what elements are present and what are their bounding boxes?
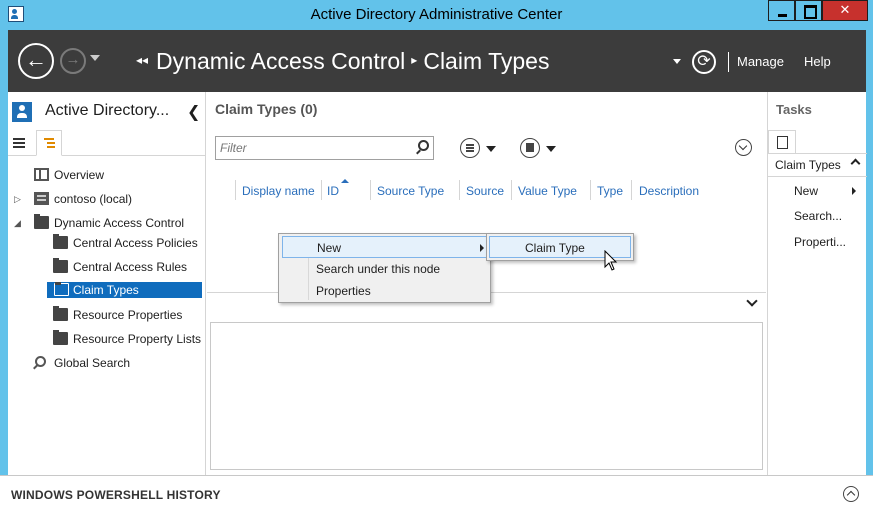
tasks-group-claim-types[interactable]: Claim Types <box>768 153 867 177</box>
view-switcher <box>8 130 205 156</box>
breadcrumb: ◂◂ Dynamic Access Control ▸ Claim Types <box>136 48 549 75</box>
column-separator[interactable] <box>321 180 322 200</box>
tree-item-resource-properties[interactable]: Resource Properties <box>53 306 182 323</box>
overview-icon <box>34 168 49 181</box>
tree-item-resource-property-lists[interactable]: Resource Property Lists <box>53 330 201 347</box>
tree-item-overview[interactable]: Overview <box>34 167 104 183</box>
folder-icon <box>53 306 68 321</box>
add-criteria-icon[interactable] <box>460 138 480 158</box>
header-bar: ◂◂ Dynamic Access Control ▸ Claim Types Man… <box>8 30 866 92</box>
submenu-arrow-icon <box>852 187 856 195</box>
filter-input[interactable] <box>220 138 410 158</box>
sort-ascending-icon <box>341 179 349 183</box>
minimize-button[interactable] <box>768 0 795 21</box>
save-query-icon[interactable] <box>520 138 540 158</box>
breadcrumb-root-chevron-icon[interactable]: ◂◂ <box>136 53 148 67</box>
search-icon <box>35 356 46 367</box>
column-separator[interactable] <box>590 180 591 200</box>
chevron-down-icon[interactable] <box>747 299 757 309</box>
context-menu-properties[interactable]: Properties <box>282 280 487 302</box>
column-separator[interactable] <box>235 180 236 200</box>
details-pane <box>210 322 763 470</box>
task-properties[interactable]: Properti... <box>794 235 846 249</box>
column-separator[interactable] <box>631 180 632 200</box>
task-search[interactable]: Search... <box>794 209 842 223</box>
tree-view-icon[interactable] <box>36 130 62 156</box>
context-menu-search-under-node[interactable]: Search under this node <box>282 258 487 280</box>
task-new[interactable]: New <box>794 184 818 198</box>
close-button[interactable] <box>822 0 868 21</box>
column-description[interactable]: Description <box>639 184 699 198</box>
back-arrow-icon[interactable] <box>18 43 54 79</box>
title-bar: Active Directory Administrative Center <box>0 0 873 30</box>
save-query-dropdown-icon[interactable] <box>546 146 556 152</box>
refresh-icon[interactable] <box>692 50 716 74</box>
navigation-title[interactable]: Active Directory... <box>45 102 169 120</box>
folder-icon <box>53 330 68 345</box>
help-menu[interactable]: Help <box>804 54 831 69</box>
search-icon[interactable] <box>418 140 429 151</box>
tree-item-contoso[interactable]: ▷ contoso (local) <box>14 191 132 207</box>
clipboard-icon[interactable] <box>768 130 796 154</box>
context-menu-new[interactable]: New <box>282 236 487 258</box>
folder-icon <box>53 258 68 273</box>
breadcrumb-dynamic-access-control[interactable]: Dynamic Access Control <box>156 48 405 74</box>
manage-menu[interactable]: Manage <box>737 54 784 69</box>
tasks-group-label: Claim Types <box>775 158 841 172</box>
history-dropdown-icon[interactable] <box>90 55 100 61</box>
folder-icon <box>53 234 68 249</box>
column-separator[interactable] <box>511 180 512 200</box>
server-icon <box>34 192 49 205</box>
expand-options-icon[interactable] <box>735 139 752 156</box>
add-criteria-dropdown-icon[interactable] <box>486 146 496 152</box>
context-menu: New Search under this node Properties <box>278 233 491 303</box>
filter-box[interactable] <box>215 136 434 160</box>
column-separator[interactable] <box>370 180 371 200</box>
maximize-button[interactable] <box>795 0 822 21</box>
column-display-name[interactable]: Display name <box>242 184 315 198</box>
folder-icon <box>54 282 69 296</box>
chevron-up-icon[interactable] <box>850 158 861 169</box>
column-source-type[interactable]: Source Type <box>377 184 444 198</box>
forward-arrow-icon[interactable] <box>60 48 86 74</box>
breadcrumb-chevron-icon[interactable]: ▸ <box>411 53 417 67</box>
submenu-arrow-icon <box>480 244 484 252</box>
breadcrumb-claim-types[interactable]: Claim Types <box>423 48 549 74</box>
tree-item-dynamic-access-control[interactable]: ◢ Dynamic Access Control <box>14 214 184 231</box>
header-divider <box>728 52 729 72</box>
mouse-cursor-icon <box>604 250 618 271</box>
list-title: Claim Types (0) <box>215 101 318 117</box>
folder-icon <box>34 214 49 229</box>
collapse-icon[interactable]: ◢ <box>14 215 21 231</box>
column-separator[interactable] <box>459 180 460 200</box>
tree-item-global-search[interactable]: Global Search <box>35 355 130 371</box>
tasks-pane: Tasks Claim Types New Search... Properti… <box>767 92 867 475</box>
tree-item-claim-types[interactable]: Claim Types <box>47 282 202 298</box>
collapse-pane-icon[interactable]: ❮ <box>187 102 200 122</box>
list-view-icon[interactable] <box>13 136 27 150</box>
navigation-pane: Active Directory... ❮ Overview ▷ contoso… <box>8 92 206 475</box>
tree-item-central-access-rules[interactable]: Central Access Rules <box>53 258 187 275</box>
expand-icon[interactable]: ▷ <box>14 191 21 207</box>
tree-item-central-access-policies[interactable]: Central Access Policies <box>53 234 198 251</box>
column-value-type[interactable]: Value Type <box>518 184 577 198</box>
powershell-history-label[interactable]: WINDOWS POWERSHELL HISTORY <box>11 488 221 502</box>
window-title: Active Directory Administrative Center <box>310 6 563 23</box>
column-source[interactable]: Source <box>466 184 504 198</box>
expand-history-icon[interactable] <box>843 486 859 502</box>
powershell-history-bar: WINDOWS POWERSHELL HISTORY <box>0 475 873 510</box>
breadcrumb-dropdown-icon[interactable] <box>673 59 681 64</box>
directory-icon <box>12 102 32 122</box>
tasks-title: Tasks <box>776 102 812 117</box>
column-type[interactable]: Type <box>597 184 623 198</box>
column-id[interactable]: ID <box>327 184 339 198</box>
